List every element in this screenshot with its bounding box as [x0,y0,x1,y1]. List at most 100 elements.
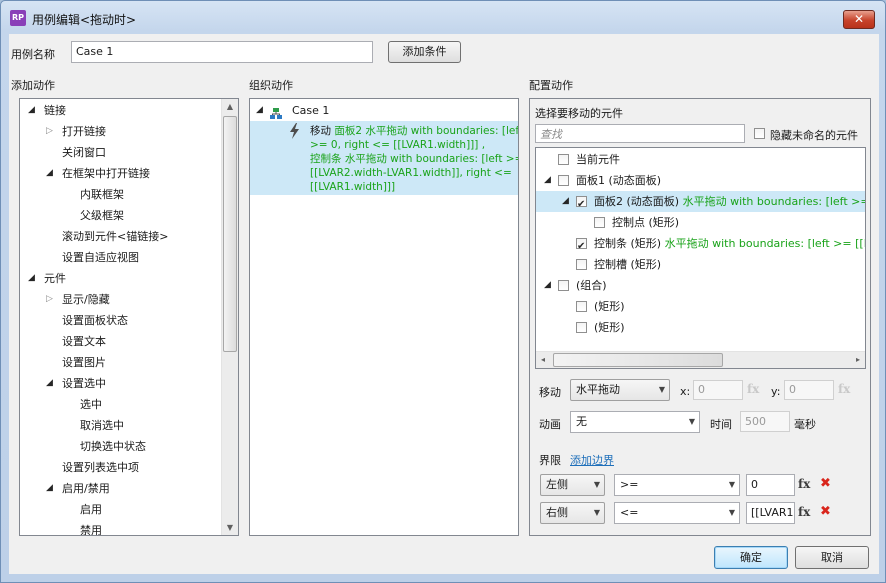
close-button[interactable]: ✕ [843,10,875,29]
x-input[interactable]: 0 [693,380,743,400]
widget-checkbox[interactable] [558,280,569,291]
add-actions-header: 添加动作 [11,79,55,92]
scroll-right-icon[interactable]: ▸ [853,355,863,364]
add-bound-link[interactable]: 添加边界 [570,452,614,468]
action-tree-item[interactable]: ◢ 设置选中 [20,373,220,394]
action-tree-item[interactable]: 设置自适应视图 [20,247,220,268]
widget-checkbox[interactable] [576,301,587,312]
add-condition-button[interactable]: 添加条件 [388,41,461,63]
ms-label: 毫秒 [794,418,816,431]
action-tree-item[interactable]: 关闭窗口 [20,142,220,163]
case-node[interactable]: ◢ Case 1 [250,100,518,121]
expanded-arrow-icon[interactable]: ◢ [46,163,53,184]
action-tree-item[interactable]: ◢ 元件 [20,268,220,289]
action-tree-item[interactable]: ▷ 打开链接 [20,121,220,142]
widget-name: 控制条 (矩形) [594,237,662,250]
action-tree-item[interactable]: 选中 [20,394,220,415]
select-widgets-label: 选择要移动的元件 [535,107,623,120]
action-tree-label: 内联框架 [80,188,124,201]
hscroll-thumb[interactable] [553,353,723,367]
scroll-down-icon[interactable]: ▼ [222,523,238,532]
action-tree-item[interactable]: ◢ 启用/禁用 [20,478,220,499]
widget-name: (组合) [576,279,607,292]
delete-bound-icon[interactable]: ✖ [820,504,831,519]
action-tree-item[interactable]: 设置面板状态 [20,310,220,331]
bound-operator-select[interactable]: >= ▼ [614,474,740,496]
collapsed-arrow-icon[interactable]: ▷ [46,121,53,142]
widget-checkbox[interactable] [576,236,587,257]
action-tree-item[interactable]: 设置文本 [20,331,220,352]
action-tree-item[interactable]: 启用 [20,499,220,520]
action-tree-item[interactable]: ◢ 在框架中打开链接 [20,163,220,184]
scroll-left-icon[interactable]: ◂ [538,355,548,364]
action-tree-item[interactable]: ◢ 链接 [20,100,220,121]
move-label: 移动 [539,386,561,399]
bound-value-input[interactable]: 0 [746,474,795,496]
action-tree-item[interactable]: 内联框架 [20,184,220,205]
anim-select[interactable]: 无 ▼ [570,411,700,433]
widget-tree-item[interactable]: 控制点 (矩形) [536,212,865,233]
expanded-arrow-icon[interactable]: ◢ [28,100,35,121]
action-tree-item[interactable]: 取消选中 [20,415,220,436]
widget-name: 控制点 (矩形) [612,216,680,229]
expanded-arrow-icon[interactable]: ◢ [46,373,53,394]
bound-fx-icon[interactable]: fx [798,505,810,519]
delete-bound-icon[interactable]: ✖ [820,476,831,491]
expanded-arrow-icon[interactable]: ◢ [46,478,53,499]
collapsed-arrow-icon[interactable]: ▷ [46,289,53,310]
bound-side-select[interactable]: 左侧 ▼ [540,474,605,496]
hide-unnamed-checkbox[interactable] [754,128,765,139]
bound-side-select[interactable]: 右侧 ▼ [540,502,605,524]
bound-fx-icon[interactable]: fx [798,477,810,491]
bounds-label: 界限 [539,454,561,467]
widget-tree-item[interactable]: (矩形) [536,317,865,338]
widget-search-input[interactable]: 查找 [535,124,745,143]
widget-checkbox[interactable] [594,217,605,228]
bound-value-input[interactable]: [[LVAR1. [746,502,795,524]
widget-checkbox[interactable] [576,259,587,270]
x-fx-icon[interactable]: fx [747,382,759,396]
widget-tree-item[interactable]: ◢ 面板1 (动态面板) [536,170,865,191]
ok-button[interactable]: 确定 [714,546,788,569]
widget-tree-item[interactable]: (矩形) [536,296,865,317]
action-tree-item[interactable]: 禁用 [20,520,220,535]
action-tree-item[interactable]: 滚动到元件<锚链接> [20,226,220,247]
expanded-arrow-icon[interactable]: ◢ [562,191,569,212]
action-tree-label: 打开链接 [62,125,106,138]
expanded-arrow-icon[interactable]: ◢ [28,268,35,289]
chevron-down-icon: ▼ [593,480,600,489]
widget-tree-item[interactable]: ◢ 面板2 (动态面板) 水平拖动 with boundaries: [left … [536,191,865,215]
widget-checkbox[interactable] [558,154,569,165]
move-type-select[interactable]: 水平拖动 ▼ [570,379,670,401]
widget-checkbox[interactable] [576,194,587,215]
action-tree-item[interactable]: 切换选中状态 [20,436,220,457]
expand-case-icon[interactable]: ◢ [256,100,263,121]
expanded-arrow-icon[interactable]: ◢ [544,275,551,296]
actions-scrollbar[interactable]: ▲ ▼ [221,99,238,535]
scroll-thumb[interactable] [223,116,237,352]
action-tree-item[interactable]: ▷ 显示/隐藏 [20,289,220,310]
widget-tree-item[interactable]: 控制条 (矩形) 水平拖动 with boundaries: [left >= … [536,233,865,257]
action-tree-item[interactable]: 设置图片 [20,352,220,373]
move-action-item[interactable]: 移动 面板2 水平拖动 with boundaries: [left >= 0,… [250,121,518,195]
action-tree-label: 取消选中 [80,419,124,432]
expanded-arrow-icon[interactable]: ◢ [544,170,551,191]
widget-tree-item[interactable]: ◢ (组合) [536,275,865,296]
action-tree-label: 设置面板状态 [62,314,128,327]
action-tree-item[interactable]: 父级框架 [20,205,220,226]
action-tree-label: 选中 [80,398,102,411]
widget-checkbox[interactable] [576,322,587,333]
bound-operator-value: >= [620,478,639,491]
time-input[interactable]: 500 [740,411,790,432]
scroll-up-icon[interactable]: ▲ [222,102,238,111]
cancel-button[interactable]: 取消 [795,546,869,569]
widget-hscrollbar[interactable]: ◂ ▸ [536,351,865,368]
bound-operator-select[interactable]: <= ▼ [614,502,740,524]
y-fx-icon[interactable]: fx [838,382,850,396]
widget-checkbox[interactable] [558,175,569,186]
case-name-input[interactable]: Case 1 [71,41,373,63]
action-tree-item[interactable]: 设置列表选中项 [20,457,220,478]
y-input[interactable]: 0 [784,380,834,400]
widget-tree-item[interactable]: 控制槽 (矩形) [536,254,865,275]
widget-tree-item[interactable]: 当前元件 [536,149,865,170]
